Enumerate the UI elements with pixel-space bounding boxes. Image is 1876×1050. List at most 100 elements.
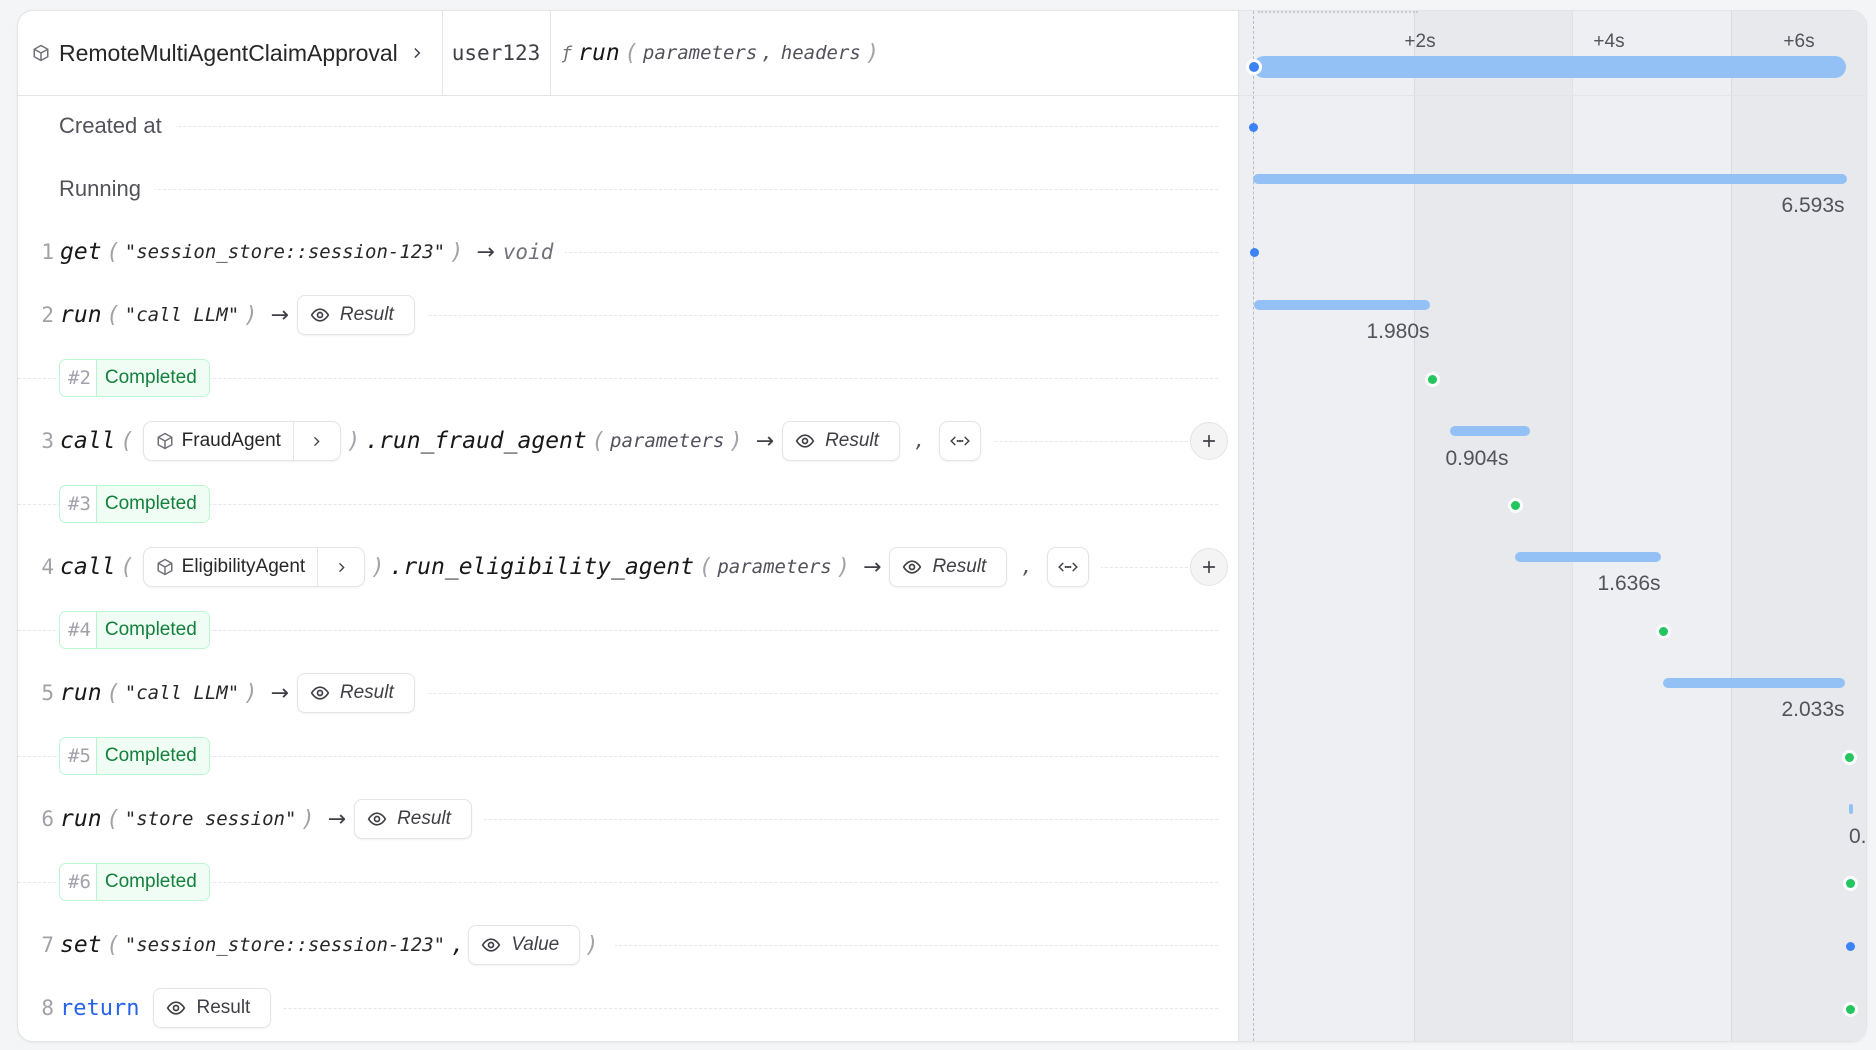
result-button[interactable]: Result (296, 673, 415, 713)
entry-code: run ( "call LLM" ) → Result (60, 673, 427, 713)
arrow-icon: → (270, 302, 289, 328)
journal-entry-2: 2 run ( "call LLM" ) → Result (18, 285, 1238, 345)
entry-fn: get (60, 239, 102, 265)
result-label: Result (397, 808, 451, 829)
completion-status: Completed (95, 864, 209, 900)
completion-ref: #2 (68, 367, 91, 389)
entry-arg: "session_store::session-123" (124, 934, 446, 956)
entry-code: call ( EligibilityAgent ) .run_eligibili… (60, 547, 1101, 587)
invocation-start-dot (1249, 62, 1259, 72)
completion-status: Completed (95, 486, 209, 522)
journal-entry-8: 8 return Result (18, 978, 1238, 1038)
completion-row: #6 Completed (18, 852, 1238, 912)
code-brackets-icon (1057, 562, 1078, 572)
entry-5-bar[interactable] (1663, 678, 1845, 688)
result-button[interactable]: Result (782, 421, 900, 461)
separator: , (1021, 556, 1033, 578)
journal-entry-4: 4 call ( EligibilityAgent ) .run_eligibi… (18, 537, 1238, 597)
paren-close: ) (865, 40, 880, 66)
handler-name: run (578, 40, 620, 66)
agent-name: EligibilityAgent (181, 556, 306, 577)
entry-3-bar[interactable] (1450, 426, 1530, 436)
completion-ref: #4 (68, 619, 91, 641)
agent-link[interactable]: FraudAgent (142, 421, 341, 461)
completed-badge: #3 Completed (59, 485, 210, 523)
line-number: 1 (18, 240, 60, 264)
cube-icon (157, 558, 173, 576)
journal-entry-3: 3 call ( FraudAgent ) .run_fraud_agent (… (18, 411, 1238, 471)
handler-signature: ƒ run ( parameters , headers ) (551, 11, 894, 95)
breadcrumb: RemoteMultiAgentClaimApproval user123 ƒ … (18, 11, 1238, 95)
completed-badge: #5 Completed (59, 737, 210, 775)
axis-tick: +4s (1593, 31, 1625, 52)
completion-row: #4 Completed (18, 600, 1238, 660)
agent-link[interactable]: EligibilityAgent (142, 547, 366, 587)
agent-open-button[interactable] (318, 548, 364, 586)
entry-arg: parameters (610, 430, 725, 452)
workflow-name: RemoteMultiAgentClaimApproval (59, 39, 398, 66)
handler-arg: parameters (642, 42, 758, 64)
line-number: 7 (18, 933, 60, 957)
expand-button[interactable] (1190, 548, 1228, 586)
journal-entry-6: 6 run ( "store session" ) → Result (18, 789, 1238, 849)
result-label: Result (196, 997, 251, 1018)
journal-entry-1: 1 get ( "session_store::session-123" ) →… (18, 222, 1238, 282)
completion-ref: #5 (68, 745, 91, 767)
entry-code: get ( "session_store::session-123" ) → v… (60, 239, 566, 265)
completion-dot (1428, 375, 1437, 384)
arrow-icon: → (863, 554, 882, 580)
arrow-icon: → (755, 428, 775, 454)
cube-icon (157, 432, 173, 450)
entry-fn: call (60, 554, 116, 580)
line-number: 3 (18, 429, 60, 453)
completion-row: #2 Completed (18, 348, 1238, 408)
line-number: 2 (18, 303, 60, 327)
code-button[interactable] (1046, 547, 1089, 587)
completion-status: Completed (95, 612, 209, 648)
created-row: Created at (18, 96, 1238, 156)
entry-fn: run (60, 302, 102, 328)
running-bar[interactable] (1253, 174, 1847, 184)
return-type: void (502, 240, 554, 264)
result-button[interactable]: Result (153, 988, 272, 1028)
entry-5-duration: 2.033s (1781, 698, 1845, 721)
entry-6-bar[interactable] (1849, 804, 1853, 814)
invocation-total-bar (1253, 56, 1846, 78)
entry-6-duration: 0. (1849, 825, 1867, 848)
eye-icon (167, 1001, 186, 1015)
chevron-right-icon (414, 48, 421, 58)
result-button[interactable]: Result (354, 799, 472, 839)
agent-open-button[interactable] (294, 422, 340, 460)
timeline-divider (1238, 11, 1239, 1041)
completed-badge: #4 Completed (59, 611, 210, 649)
value-button[interactable]: Value (468, 925, 581, 965)
chevron-right-icon (314, 436, 321, 446)
entry-fn: run (60, 680, 102, 706)
line-number: 8 (18, 996, 60, 1020)
workflow-key[interactable]: user123 (443, 11, 552, 95)
cube-icon (33, 44, 49, 62)
result-button[interactable]: Result (889, 547, 1008, 587)
eye-icon (310, 686, 330, 700)
entry-code: run ( "call LLM" ) → Result (60, 295, 427, 335)
entry-4-bar[interactable] (1515, 552, 1661, 562)
entry-arg: "call LLM" (124, 682, 240, 704)
value-label: Value (511, 934, 560, 955)
workflow-breadcrumb[interactable]: RemoteMultiAgentClaimApproval (18, 11, 443, 95)
entry-2-bar[interactable] (1254, 300, 1430, 310)
journal-entry-7: 7 set ( "session_store::session-123" , V… (18, 915, 1238, 975)
code-button[interactable] (939, 421, 982, 461)
entry-2-duration: 1.980s (1366, 320, 1430, 343)
completion-row: #5 Completed (18, 726, 1238, 786)
return-keyword: return (60, 995, 140, 1021)
return-dot (1846, 1005, 1855, 1014)
completion-dot (1511, 501, 1520, 510)
separator: , (913, 430, 926, 452)
running-duration: 6.593s (1781, 194, 1845, 217)
entry-fn: set (60, 932, 102, 958)
result-button[interactable]: Result (296, 295, 415, 335)
expand-button[interactable] (1190, 422, 1228, 460)
entry-code: return Result (60, 988, 284, 1028)
invocation-header: RemoteMultiAgentClaimApproval user123 ƒ … (18, 11, 1866, 96)
entry-fn: run (60, 806, 102, 832)
